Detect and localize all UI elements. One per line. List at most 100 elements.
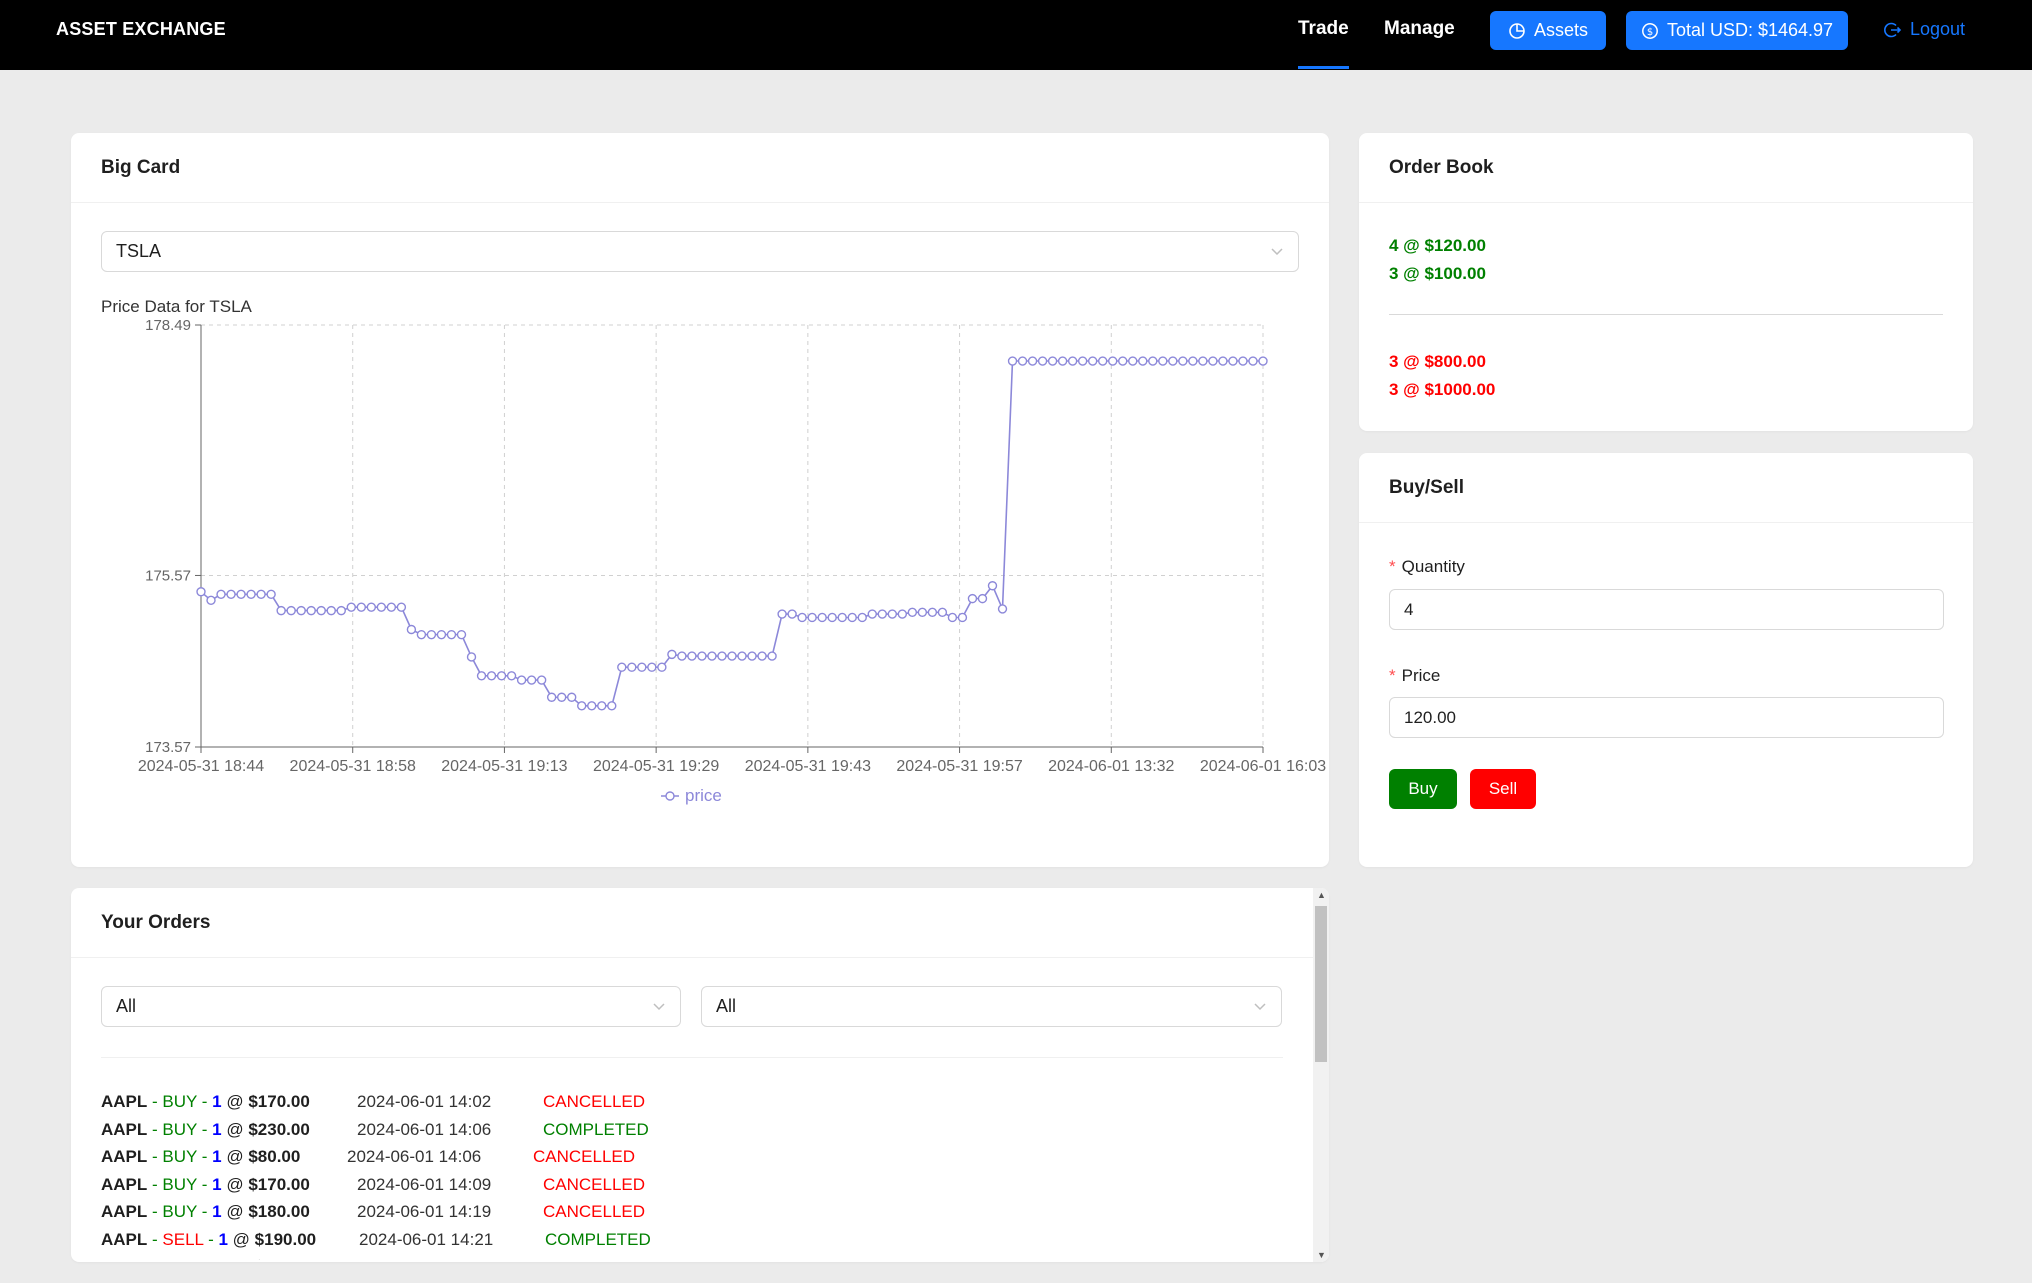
orders-divider bbox=[101, 1057, 1283, 1058]
price-data-point bbox=[637, 662, 647, 672]
order-row: AAPL - BUY - 1 @ $80.00 2024-06-01 14:06 C… bbox=[101, 1145, 1283, 1173]
order-status: CANCELLED bbox=[543, 1092, 646, 1111]
nav-manage[interactable]: Manage bbox=[1384, 18, 1455, 40]
price-data-point bbox=[326, 605, 336, 616]
price-data-point bbox=[1158, 356, 1168, 366]
orders-filter-status[interactable]: All bbox=[701, 986, 1282, 1027]
order-status: COMPLETED bbox=[545, 1229, 651, 1249]
price-data-point bbox=[1128, 356, 1138, 366]
price-data-point bbox=[1258, 356, 1268, 366]
price-data-point bbox=[396, 602, 407, 612]
x-tick-label: 2024-06-01 16:03 bbox=[1200, 758, 1326, 775]
price-data-point bbox=[526, 675, 537, 685]
order-time: 2024-06-01 14:02 bbox=[357, 1092, 492, 1111]
price-data-point bbox=[216, 589, 226, 600]
price-data-point bbox=[506, 671, 517, 681]
price-data-point bbox=[747, 651, 757, 661]
price-data-point bbox=[266, 589, 276, 600]
order-summary: AAPL - SELL - 1 @ $180.00 bbox=[101, 1257, 316, 1260]
price-data-point bbox=[897, 609, 908, 619]
price-data-point bbox=[707, 651, 717, 661]
price-data-point bbox=[366, 602, 377, 612]
price-data-point bbox=[917, 607, 928, 618]
price-data-point bbox=[987, 581, 998, 591]
x-tick-label: 2024-06-01 13:32 bbox=[1048, 758, 1174, 775]
price-data-point bbox=[577, 701, 587, 711]
price-data-point bbox=[276, 605, 286, 616]
order-book-title: Order Book bbox=[1359, 133, 1973, 203]
top-navbar: ASSET EXCHANGE Trade Manage Assets $ Tot… bbox=[0, 0, 2032, 70]
buy-button[interactable]: Buy bbox=[1389, 769, 1457, 809]
price-data-point bbox=[556, 692, 567, 702]
order-row: AAPL - BUY - 1 @ $170.00 2024-06-01 14:09… bbox=[101, 1173, 1283, 1201]
price-data-point bbox=[647, 662, 657, 672]
price-data-point bbox=[857, 612, 867, 623]
logout-button[interactable]: Logout bbox=[1884, 19, 1965, 40]
price-data-point bbox=[667, 649, 677, 660]
price-data-point bbox=[787, 609, 797, 619]
price-data-point bbox=[496, 671, 507, 681]
price-data-point bbox=[757, 651, 767, 661]
price-data-point bbox=[937, 607, 948, 618]
price-data-point bbox=[877, 609, 887, 619]
price-data-point bbox=[1198, 356, 1208, 366]
x-tick-label: 2024-05-31 18:44 bbox=[138, 758, 264, 775]
orders-scrollbar[interactable]: ▲ ▼ bbox=[1313, 888, 1329, 1262]
required-mark: * bbox=[1389, 666, 1396, 685]
price-input[interactable]: 120.00 bbox=[1389, 697, 1944, 738]
orders-list: AAPL - BUY - 1 @ $170.00 2024-06-01 14:02… bbox=[101, 1090, 1283, 1260]
x-tick-label: 2024-05-31 19:57 bbox=[896, 758, 1022, 775]
scrollbar-thumb[interactable] bbox=[1315, 906, 1327, 1062]
price-data-point bbox=[346, 602, 356, 612]
order-summary: AAPL - BUY - 1 @ $170.00 bbox=[101, 1092, 310, 1111]
orders-filter-symbol[interactable]: All bbox=[101, 986, 681, 1027]
ask-entry: 3 @ $1000.00 bbox=[1389, 380, 1496, 399]
order-time: 2024-06-01 14:24 bbox=[359, 1257, 493, 1260]
price-data-point bbox=[1148, 356, 1158, 366]
nav-trade[interactable]: Trade bbox=[1298, 18, 1349, 69]
price-data-point bbox=[807, 612, 817, 623]
price-data-point bbox=[336, 605, 346, 616]
order-book-divider bbox=[1389, 314, 1943, 315]
price-data-point bbox=[206, 595, 216, 606]
order-row: AAPL - BUY - 1 @ $170.00 2024-06-01 14:02… bbox=[101, 1090, 1283, 1118]
price-data-point bbox=[597, 701, 607, 711]
price-data-point bbox=[1108, 356, 1118, 366]
price-data-point bbox=[617, 662, 627, 672]
price-data-point bbox=[306, 605, 316, 616]
orders-title: Your Orders bbox=[71, 888, 1329, 958]
pie-chart-icon bbox=[1508, 22, 1526, 40]
price-data-point bbox=[687, 651, 697, 661]
sell-button[interactable]: Sell bbox=[1470, 769, 1536, 809]
order-time: 2024-06-01 14:06 bbox=[357, 1119, 492, 1139]
price-data-point bbox=[1037, 356, 1048, 366]
price-data-point bbox=[907, 607, 918, 618]
order-summary: AAPL - BUY - 1 @ $230.00 bbox=[101, 1119, 310, 1139]
assets-button[interactable]: Assets bbox=[1490, 11, 1606, 50]
price-data-point bbox=[967, 593, 978, 604]
price-data-point bbox=[236, 589, 246, 600]
price-data-point bbox=[546, 692, 557, 702]
price-data-point bbox=[196, 587, 206, 597]
price-data-point bbox=[887, 609, 898, 619]
price-data-point bbox=[1077, 356, 1088, 366]
price-data-point bbox=[587, 701, 597, 711]
price-data-point bbox=[657, 662, 667, 672]
price-data-point bbox=[1118, 356, 1128, 366]
scroll-up-arrow-icon[interactable]: ▲ bbox=[1317, 890, 1326, 900]
buy-sell-card: Buy/Sell * Quantity 4 * Price 120.00 Buy S… bbox=[1359, 453, 1973, 867]
price-data-point bbox=[416, 629, 427, 640]
total-usd-button[interactable]: $ Total USD: $1464.97 bbox=[1626, 11, 1848, 50]
quantity-label: * Quantity bbox=[1389, 557, 1465, 576]
bids-list: 4 @ $120.00 3 @ $100.00 bbox=[1389, 232, 1486, 288]
scroll-down-arrow-icon[interactable]: ▼ bbox=[1317, 1250, 1326, 1260]
symbol-select[interactable]: TSLA bbox=[101, 231, 1299, 272]
y-tick-label: 178.49 bbox=[145, 317, 191, 334]
total-usd-label: Total USD: $1464.97 bbox=[1666, 20, 1834, 40]
order-summary: AAPL - SELL - 1 @ $190.00 bbox=[101, 1229, 317, 1249]
price-data-point bbox=[1097, 356, 1108, 366]
order-time: 2024-06-01 14:06 bbox=[347, 1147, 482, 1166]
price-data-point bbox=[957, 612, 968, 623]
price-data-point bbox=[456, 629, 467, 640]
quantity-input[interactable]: 4 bbox=[1389, 589, 1944, 630]
